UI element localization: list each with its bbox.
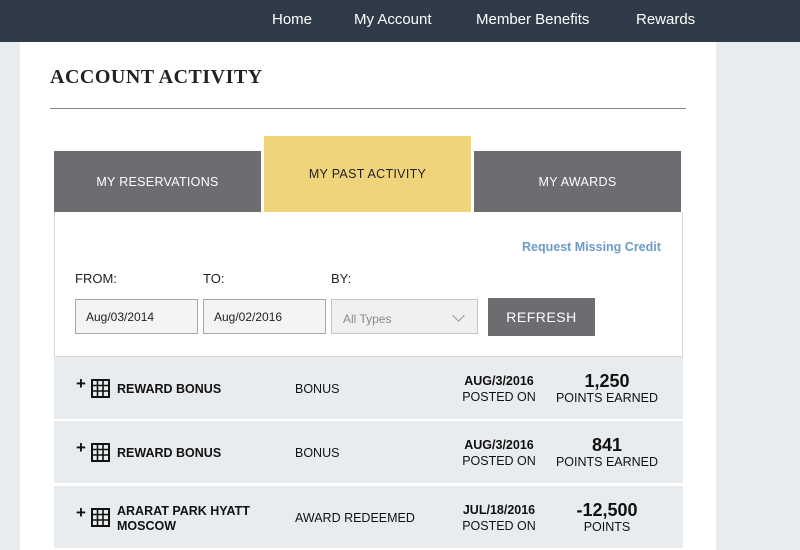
activity-points: 841 POINTS EARNED [551,435,663,469]
expand-icon[interactable]: + [76,375,86,393]
date-value: AUG/3/2016 [464,438,534,452]
activity-type: BONUS [295,382,340,396]
expand-icon[interactable]: + [76,504,86,522]
date-label: POSTED ON [462,390,536,404]
top-navigation: Home My Account Member Benefits Rewards [0,0,800,42]
by-label: BY: [331,271,352,286]
points-value: 1,250 [584,371,630,391]
points-label: POINTS [583,520,631,534]
request-missing-credit-link[interactable]: Request Missing Credit [522,240,661,254]
points-label: POINTS EARNED [555,455,659,469]
points-label: POINTS EARNED [555,391,659,405]
tab-my-reservations[interactable]: MY RESERVATIONS [54,151,261,212]
activity-date: JUL/18/2016 POSTED ON [449,502,549,534]
to-date-input[interactable] [203,299,326,334]
activity-date: AUG/3/2016 POSTED ON [449,373,549,405]
points-value: -12,500 [576,500,638,520]
date-label: POSTED ON [462,454,536,468]
page-title: ACCOUNT ACTIVITY [50,66,263,88]
activity-points: 1,250 POINTS EARNED [551,371,663,405]
points-value: 841 [591,435,623,455]
activity-row: + REWARD BONUS BONUS AUG/3/2016 POSTED O… [54,421,683,484]
tab-my-awards[interactable]: MY AWARDS [474,151,681,212]
nav-member-benefits[interactable]: Member Benefits [476,0,589,42]
date-label: POSTED ON [462,519,536,533]
expand-icon[interactable]: + [76,439,86,457]
activity-type: AWARD REDEEMED [295,511,415,525]
title-divider [50,108,686,109]
activity-points: -12,500 POINTS [551,500,663,534]
nav-rewards[interactable]: Rewards [636,0,695,42]
activity-name: ARARAT PARK HYATT MOSCOW [117,504,250,533]
building-icon [91,508,110,527]
building-icon [91,379,110,398]
date-value: JUL/18/2016 [462,503,536,517]
activity-date: AUG/3/2016 POSTED ON [449,437,549,469]
refresh-button[interactable]: REFRESH [488,298,595,336]
activity-type-select[interactable]: All Types [331,299,478,334]
activity-row: + ARARAT PARK HYATT MOSCOW AWARD REDEEME… [54,486,683,549]
activity-type-value: All Types [343,312,392,326]
nav-my-account[interactable]: My Account [354,0,432,42]
activity-row: + REWARD BONUS BONUS AUG/3/2016 POSTED O… [54,357,683,420]
activity-name: REWARD BONUS [117,382,222,396]
nav-home[interactable]: Home [272,0,312,42]
from-date-input[interactable] [75,299,198,334]
activity-name: REWARD BONUS [117,446,222,460]
to-label: TO: [203,271,225,286]
building-icon [91,443,110,462]
tab-my-past-activity[interactable]: MY PAST ACTIVITY [264,136,471,212]
activity-type: BONUS [295,446,340,460]
chevron-down-icon [452,309,465,322]
date-value: AUG/3/2016 [464,374,534,388]
from-label: FROM: [75,271,117,286]
